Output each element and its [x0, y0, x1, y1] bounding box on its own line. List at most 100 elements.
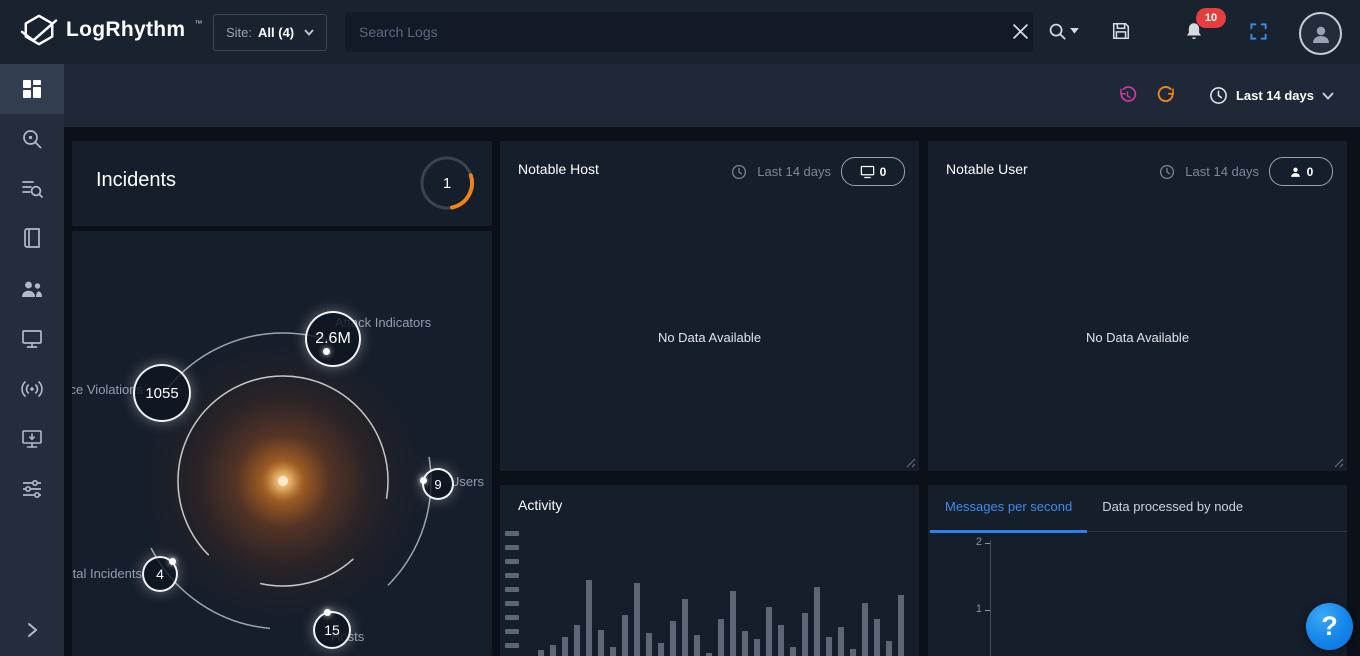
notable-host-time-range: Last 14 days	[757, 164, 831, 179]
resize-handle-icon[interactable]	[905, 457, 916, 468]
sidebar-item-case-search[interactable]	[0, 114, 64, 164]
help-button[interactable]: ?	[1306, 603, 1353, 650]
activity-bar	[874, 619, 880, 656]
dashboard-toolbar: Last 14 days	[64, 64, 1360, 127]
notable-user-count-pill[interactable]: 0	[1269, 157, 1333, 186]
dashboard-grid-icon	[21, 78, 43, 100]
site-selector-value: All (4)	[258, 25, 294, 40]
sidebar-item-reports[interactable]	[0, 214, 64, 264]
activity-title: Activity	[518, 497, 562, 513]
activity-bar	[790, 647, 796, 656]
y-axis	[990, 540, 991, 656]
left-sidebar	[0, 64, 64, 656]
resize-handle-icon[interactable]	[1333, 457, 1344, 468]
incidents-gauge[interactable]: 1	[418, 154, 476, 212]
activity-bar	[850, 649, 856, 656]
node-label-total-incidents: Total Incidents	[72, 566, 142, 581]
clock-icon	[1209, 86, 1228, 105]
person-icon	[1289, 165, 1302, 179]
logo-trademark: ™	[194, 19, 202, 28]
activity-bar	[898, 595, 904, 656]
activity-bar	[682, 599, 688, 656]
notable-host-panel: Notable Host Last 14 days 0 No Data Avai…	[500, 141, 919, 471]
incidents-radial-panel: Attack Indicators Compliance Violations …	[72, 231, 492, 656]
activity-mark	[505, 559, 519, 564]
activity-mark	[505, 629, 519, 634]
log-search-icon	[21, 178, 43, 200]
activity-bar	[838, 627, 844, 656]
reports-icon	[22, 228, 42, 250]
node-compliance-violations-value: 1055	[145, 385, 178, 402]
notable-user-title: Notable User	[946, 161, 1028, 177]
search-icon[interactable]	[1048, 22, 1067, 41]
activity-mark	[505, 587, 519, 592]
sidebar-item-log-search[interactable]	[0, 164, 64, 214]
y-tick-mark	[985, 543, 990, 544]
user-avatar[interactable]	[1299, 12, 1342, 55]
notification-count-badge: 10	[1196, 8, 1226, 28]
activity-bar	[598, 630, 604, 656]
activity-mark	[505, 573, 519, 578]
notable-host-title: Notable Host	[518, 161, 599, 177]
users-icon	[20, 279, 44, 299]
messages-tabs: Messages per second Data processed by no…	[928, 485, 1347, 532]
refresh-icon[interactable]	[1156, 85, 1177, 106]
sidebar-item-administration[interactable]	[0, 464, 64, 514]
notable-user-count: 0	[1307, 165, 1314, 179]
notable-user-empty-text: No Data Available	[928, 330, 1347, 345]
activity-bar	[862, 603, 868, 656]
search-logs-input[interactable]	[345, 12, 1033, 52]
activity-bar	[814, 587, 820, 656]
y-tick-label-1: 1	[958, 603, 982, 615]
clear-search-icon[interactable]	[1012, 23, 1029, 40]
node-hosts[interactable]: 15	[313, 611, 351, 649]
history-icon[interactable]	[1117, 85, 1138, 106]
node-users[interactable]: 9	[422, 468, 454, 500]
y-tick-mark	[985, 610, 990, 611]
activity-bar	[586, 580, 592, 656]
y-tick-label-2: 2	[958, 536, 982, 548]
node-label-users: Users	[450, 474, 484, 489]
settings-sliders-icon	[21, 478, 43, 500]
notable-host-count-pill[interactable]: 0	[841, 157, 905, 186]
save-search-icon[interactable]	[1111, 21, 1131, 41]
time-range-value: Last 14 days	[1236, 88, 1314, 103]
tab-data-processed-by-node[interactable]: Data processed by node	[1087, 485, 1258, 531]
person-icon	[1309, 22, 1333, 46]
connector-dot	[420, 477, 427, 484]
node-compliance-violations[interactable]: 1055	[133, 364, 191, 422]
search-options-chevron-icon[interactable]	[1070, 28, 1079, 34]
notable-user-panel: Notable User Last 14 days 0 No Data Avai…	[928, 141, 1347, 471]
activity-left-marks	[505, 531, 519, 656]
logo[interactable]: LogRhythm ™	[20, 13, 202, 47]
node-users-value: 9	[434, 477, 441, 492]
sidebar-expand-button[interactable]	[0, 610, 64, 650]
logrhythm-dashboard: LogRhythm ™ Site: All (4)	[0, 0, 1360, 656]
sidebar-item-dashboards[interactable]	[0, 64, 64, 114]
activity-bar	[610, 647, 616, 656]
activity-bar	[766, 607, 772, 656]
time-range-selector[interactable]: Last 14 days	[1209, 86, 1334, 105]
tab-messages-per-second[interactable]: Messages per second	[930, 485, 1087, 533]
node-attack-indicators[interactable]: 2.6M	[305, 311, 361, 367]
activity-bar	[754, 639, 760, 656]
activity-bar	[538, 650, 544, 656]
sidebar-item-alarms[interactable]	[0, 364, 64, 414]
chevron-down-icon	[304, 29, 314, 36]
chevron-down-icon	[1322, 92, 1334, 100]
activity-panel: Activity	[500, 485, 919, 656]
clock-icon	[731, 164, 747, 180]
connector-dot	[323, 348, 330, 355]
logo-text: LogRhythm	[66, 18, 185, 42]
activity-mark	[505, 531, 519, 536]
activity-bar	[670, 621, 676, 656]
site-selector-label: Site:	[226, 25, 252, 40]
site-selector[interactable]: Site: All (4)	[213, 14, 327, 51]
sidebar-item-people[interactable]	[0, 264, 64, 314]
sidebar-item-hosts[interactable]	[0, 314, 64, 364]
fullscreen-icon[interactable]	[1249, 22, 1268, 41]
node-hosts-value: 15	[324, 622, 340, 638]
activity-bar	[694, 635, 700, 656]
sidebar-item-deployment-monitor[interactable]	[0, 414, 64, 464]
activity-bar	[562, 637, 568, 656]
